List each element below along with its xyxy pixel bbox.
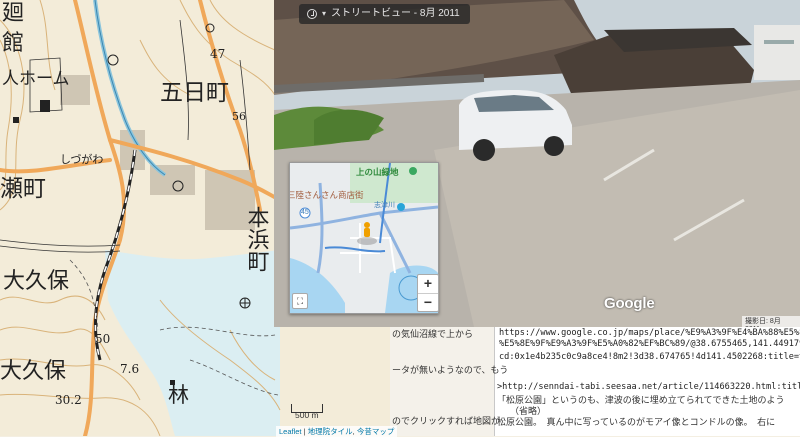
topo-num1: 47 — [210, 47, 225, 61]
editor-left-fragment-1: の気仙沼線で上から — [392, 329, 474, 339]
mini-label-shop: 三陸さんさん商店街 — [289, 190, 364, 200]
leaflet-link[interactable]: Leaflet — [279, 427, 302, 436]
topo-label-place7: しづがわ — [60, 152, 103, 166]
topo-label-place8: 大久保 — [3, 269, 69, 294]
topo-label-place1: 廻 — [2, 1, 24, 26]
map-scale-label: 500 m — [295, 410, 319, 420]
editor-line-link: >http://senndai-tabi.seesaa.net/article/… — [497, 382, 800, 392]
map-attribution: Leaflet | 地理院タイル, 今昔マップ — [276, 426, 398, 437]
topo-label-place5: 瀬町 — [0, 176, 46, 202]
fullscreen-button[interactable]: ⛶ — [292, 293, 308, 309]
mini-label-park: 上の山緑地 — [356, 167, 399, 177]
zoom-out-button[interactable]: − — [418, 293, 438, 312]
topo-label-place4: 五日町 — [160, 80, 229, 106]
topo-elev1: 30.2 — [55, 393, 82, 407]
topo-label-place10: 林 — [168, 383, 189, 407]
konjaku-map-link[interactable]: 今昔マップ — [357, 427, 395, 436]
topo-label-place9: 大久保 — [0, 359, 66, 384]
mini-label-station: 志津川 — [374, 202, 395, 209]
mini-route-badge: 45 — [301, 209, 309, 216]
gsi-tiles-link[interactable]: 地理院タイル — [308, 427, 353, 436]
topo-elev2: 7.6 — [120, 362, 139, 376]
topo-num2: 50 — [95, 332, 110, 346]
google-logo: Google — [604, 295, 655, 312]
editor-left-fragment-2: ータが無いようなので、もう — [392, 365, 509, 375]
topo-label-place2: 館 — [2, 31, 24, 56]
editor-line-url-3: cd:0x1e4b235c0c9a8ce4!8m2!3d38.674765!4d… — [499, 352, 800, 362]
editor-paragraph-3: 松原公園。 真ん中に写っているのがモアイ像とコンドルの像。 右に — [497, 417, 776, 427]
mini-map-graphic — [290, 163, 438, 313]
zoom-in-button[interactable]: + — [418, 275, 438, 293]
street-view-date-chip[interactable]: ▾ ストリートビュー - 8月 2011 — [299, 4, 470, 24]
mini-map-zoom-control: + − — [417, 274, 439, 312]
clock-icon — [307, 9, 317, 19]
editor-line-url-2: %E5%8E%9F%E9%A3%9F%E5%A0%82%EF%BC%89/@38… — [499, 339, 800, 349]
editor-left-fragment-3: のでクリックすれば地図が — [392, 416, 501, 426]
street-view-chip-label: ストリートビュー - 8月 2011 — [331, 8, 460, 19]
chevron-down-icon: ▾ — [322, 9, 327, 18]
topo-label-place6: 本浜町 — [244, 206, 270, 272]
topo-label-place3: 人ホーム — [2, 69, 70, 89]
editor-line-url-1: https://www.google.co.jp/maps/place/%E9%… — [499, 328, 800, 338]
topo-elev3: 56 — [232, 110, 246, 123]
